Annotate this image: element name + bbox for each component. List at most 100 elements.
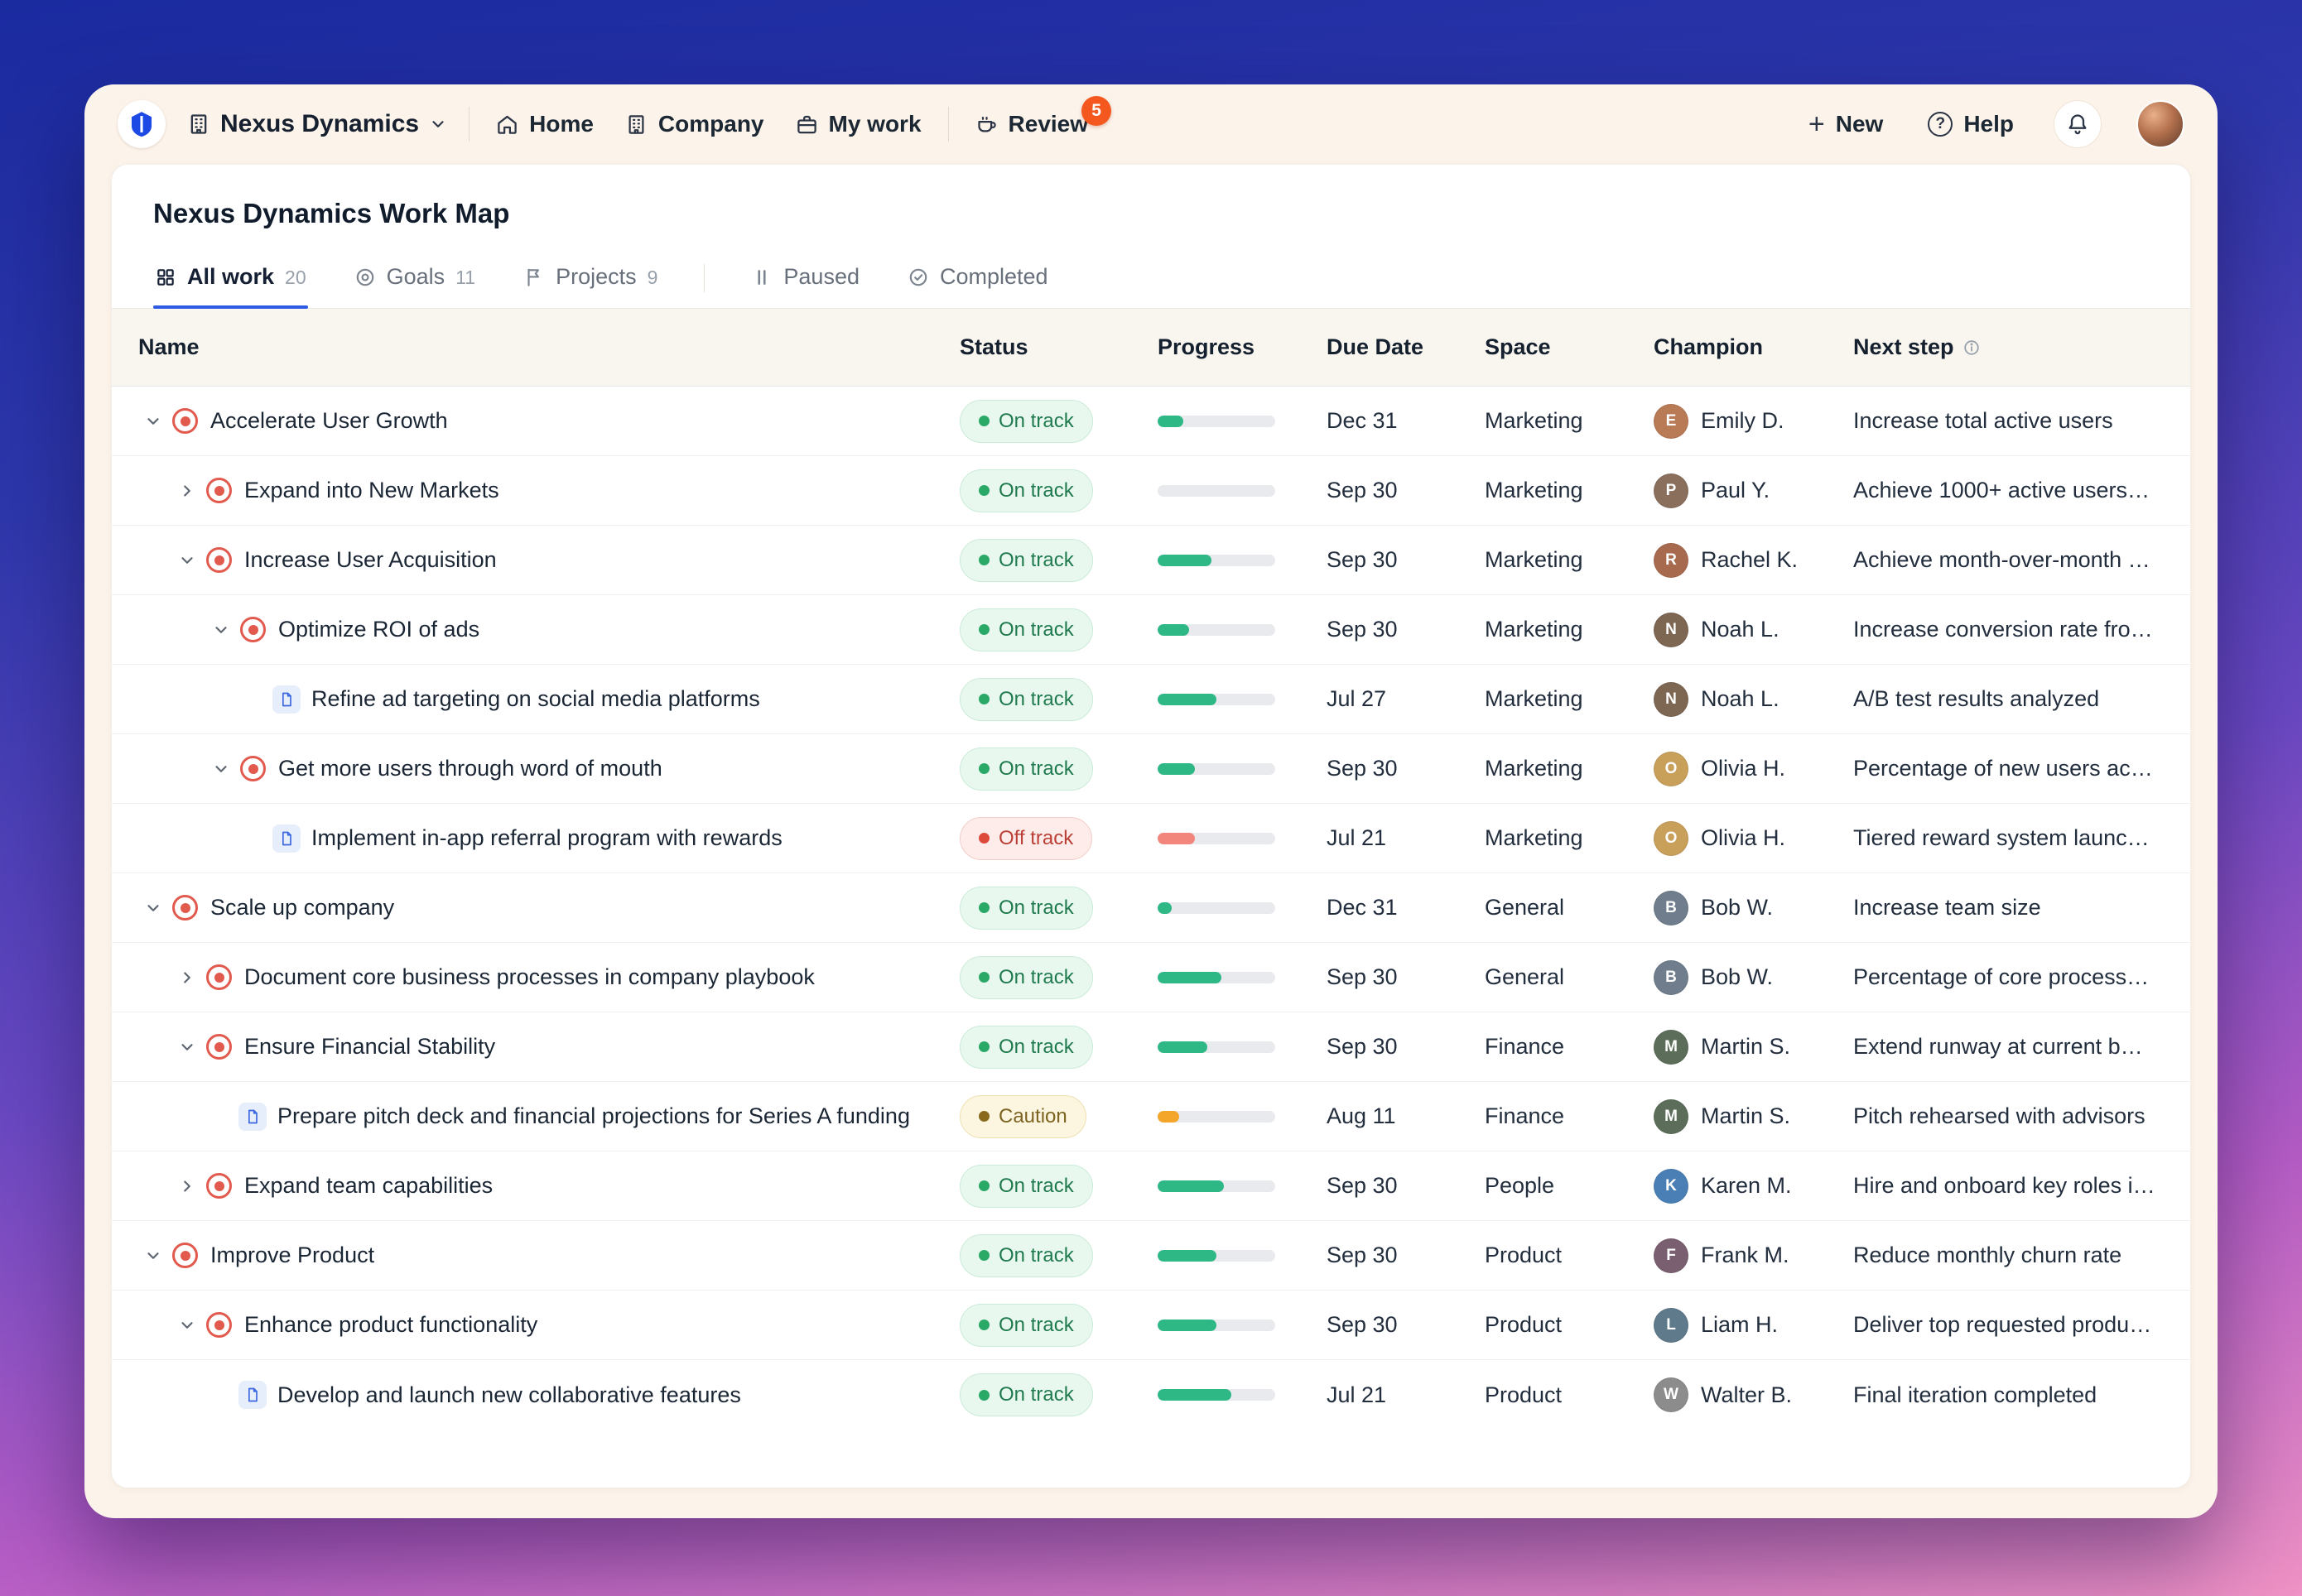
space[interactable]: Finance bbox=[1485, 1103, 1654, 1129]
row-name[interactable]: Get more users through word of mouth bbox=[278, 753, 662, 783]
nav-item-home[interactable]: Home bbox=[491, 103, 599, 146]
row-name[interactable]: Expand team capabilities bbox=[244, 1171, 493, 1200]
row-name[interactable]: Enhance product functionality bbox=[244, 1310, 537, 1339]
status-badge[interactable]: On track bbox=[960, 678, 1093, 721]
new-button[interactable]: + New bbox=[1804, 102, 1888, 147]
space[interactable]: Product bbox=[1485, 1312, 1654, 1338]
champion-cell: W Walter B. bbox=[1654, 1377, 1853, 1412]
row-name[interactable]: Ensure Financial Stability bbox=[244, 1031, 495, 1061]
status-dot-icon bbox=[979, 416, 990, 426]
expander-icon[interactable] bbox=[172, 476, 202, 506]
nav-item-company[interactable]: Company bbox=[620, 103, 769, 146]
status-label: On track bbox=[999, 410, 1074, 433]
expander-icon[interactable] bbox=[172, 1310, 202, 1340]
grid-icon bbox=[155, 267, 176, 288]
row-name[interactable]: Implement in-app referral program with r… bbox=[311, 823, 783, 853]
table-row[interactable]: Document core business processes in comp… bbox=[112, 943, 2190, 1012]
status-badge[interactable]: Caution bbox=[960, 1095, 1086, 1138]
table-row[interactable]: Accelerate User Growth On track Dec 31 M… bbox=[112, 387, 2190, 456]
row-name[interactable]: Refine ad targeting on social media plat… bbox=[311, 684, 760, 714]
row-name[interactable]: Develop and launch new collaborative fea… bbox=[277, 1380, 741, 1410]
space[interactable]: General bbox=[1485, 895, 1654, 921]
row-name[interactable]: Increase User Acquisition bbox=[244, 545, 497, 574]
nav-item-my-work[interactable]: My work bbox=[791, 103, 927, 146]
nav-item-review[interactable]: Review 5 bbox=[970, 103, 1094, 146]
status-badge[interactable]: Off track bbox=[960, 817, 1092, 860]
nav-right-group: + New ? Help bbox=[1804, 100, 2184, 148]
space[interactable]: Product bbox=[1485, 1382, 1654, 1408]
row-name[interactable]: Optimize ROI of ads bbox=[278, 614, 479, 644]
status-badge[interactable]: On track bbox=[960, 1234, 1093, 1277]
space[interactable]: Marketing bbox=[1485, 478, 1654, 503]
row-name[interactable]: Improve Product bbox=[210, 1240, 374, 1270]
table-row[interactable]: Refine ad targeting on social media plat… bbox=[112, 665, 2190, 734]
avatar: M bbox=[1654, 1030, 1688, 1065]
status-badge[interactable]: On track bbox=[960, 1165, 1093, 1208]
status-badge[interactable]: On track bbox=[960, 469, 1093, 512]
row-name[interactable]: Document core business processes in comp… bbox=[244, 962, 815, 992]
expander-icon[interactable] bbox=[138, 893, 168, 923]
expander-icon[interactable] bbox=[172, 1171, 202, 1201]
table-row[interactable]: Scale up company On track Dec 31 General… bbox=[112, 873, 2190, 943]
help-button[interactable]: ? Help bbox=[1923, 103, 2019, 146]
status-badge[interactable]: On track bbox=[960, 887, 1093, 930]
table-row[interactable]: Expand team capabilities On track Sep 30… bbox=[112, 1151, 2190, 1221]
tab-all-work[interactable]: All work 20 bbox=[153, 259, 308, 308]
status-badge[interactable]: On track bbox=[960, 608, 1093, 651]
expander-icon[interactable] bbox=[206, 615, 236, 645]
space[interactable]: Product bbox=[1485, 1243, 1654, 1268]
status-badge[interactable]: On track bbox=[960, 539, 1093, 582]
user-avatar[interactable] bbox=[2136, 100, 2184, 148]
space[interactable]: Finance bbox=[1485, 1034, 1654, 1060]
workspace-switcher[interactable]: Nexus Dynamics bbox=[187, 110, 447, 138]
expander-icon[interactable] bbox=[172, 1032, 202, 1062]
progress-cell bbox=[1158, 833, 1327, 844]
space[interactable]: Marketing bbox=[1485, 617, 1654, 642]
notifications-button[interactable] bbox=[2054, 100, 2102, 148]
row-name[interactable]: Accelerate User Growth bbox=[210, 406, 448, 435]
table-row[interactable]: Ensure Financial Stability On track Sep … bbox=[112, 1012, 2190, 1082]
column-header-name: Name bbox=[112, 334, 960, 360]
status-badge[interactable]: On track bbox=[960, 748, 1093, 791]
status-badge[interactable]: On track bbox=[960, 1304, 1093, 1347]
table-row[interactable]: Implement in-app referral program with r… bbox=[112, 804, 2190, 873]
table-row[interactable]: Develop and launch new collaborative fea… bbox=[112, 1360, 2190, 1430]
tab-paused[interactable]: Paused bbox=[749, 259, 861, 308]
space[interactable]: People bbox=[1485, 1173, 1654, 1199]
status-badge[interactable]: On track bbox=[960, 956, 1093, 999]
name-cell: Accelerate User Growth bbox=[112, 406, 960, 435]
tab-completed[interactable]: Completed bbox=[906, 259, 1050, 308]
champion-cell: K Karen M. bbox=[1654, 1169, 1853, 1204]
row-name[interactable]: Prepare pitch deck and financial project… bbox=[277, 1101, 910, 1131]
status-badge[interactable]: On track bbox=[960, 1373, 1093, 1416]
table-row[interactable]: Enhance product functionality On track S… bbox=[112, 1291, 2190, 1360]
table-row[interactable]: Increase User Acquisition On track Sep 3… bbox=[112, 526, 2190, 595]
space[interactable]: Marketing bbox=[1485, 756, 1654, 781]
expander-icon[interactable] bbox=[206, 754, 236, 784]
progress-fill bbox=[1158, 1389, 1231, 1401]
space[interactable]: General bbox=[1485, 964, 1654, 990]
champion-cell: M Martin S. bbox=[1654, 1099, 1853, 1134]
row-name[interactable]: Expand into New Markets bbox=[244, 475, 499, 505]
space[interactable]: Marketing bbox=[1485, 686, 1654, 712]
table-row[interactable]: Improve Product On track Sep 30 Product … bbox=[112, 1221, 2190, 1291]
space[interactable]: Marketing bbox=[1485, 547, 1654, 573]
tab-goals[interactable]: Goals 11 bbox=[353, 259, 477, 308]
info-icon[interactable] bbox=[1962, 339, 1981, 357]
expander-icon[interactable] bbox=[138, 1241, 168, 1271]
table-row[interactable]: Get more users through word of mouth On … bbox=[112, 734, 2190, 804]
tab-projects[interactable]: Projects 9 bbox=[522, 259, 659, 308]
expander-icon[interactable] bbox=[172, 963, 202, 993]
row-name[interactable]: Scale up company bbox=[210, 892, 394, 922]
space[interactable]: Marketing bbox=[1485, 408, 1654, 434]
status-badge[interactable]: On track bbox=[960, 400, 1093, 443]
app-logo[interactable] bbox=[118, 100, 166, 148]
table-row[interactable]: Optimize ROI of ads On track Sep 30 Mark… bbox=[112, 595, 2190, 665]
row-indent bbox=[138, 1046, 172, 1047]
expander-icon[interactable] bbox=[172, 546, 202, 575]
status-badge[interactable]: On track bbox=[960, 1026, 1093, 1069]
table-row[interactable]: Expand into New Markets On track Sep 30 … bbox=[112, 456, 2190, 526]
table-row[interactable]: Prepare pitch deck and financial project… bbox=[112, 1082, 2190, 1151]
space[interactable]: Marketing bbox=[1485, 825, 1654, 851]
expander-icon[interactable] bbox=[138, 406, 168, 436]
